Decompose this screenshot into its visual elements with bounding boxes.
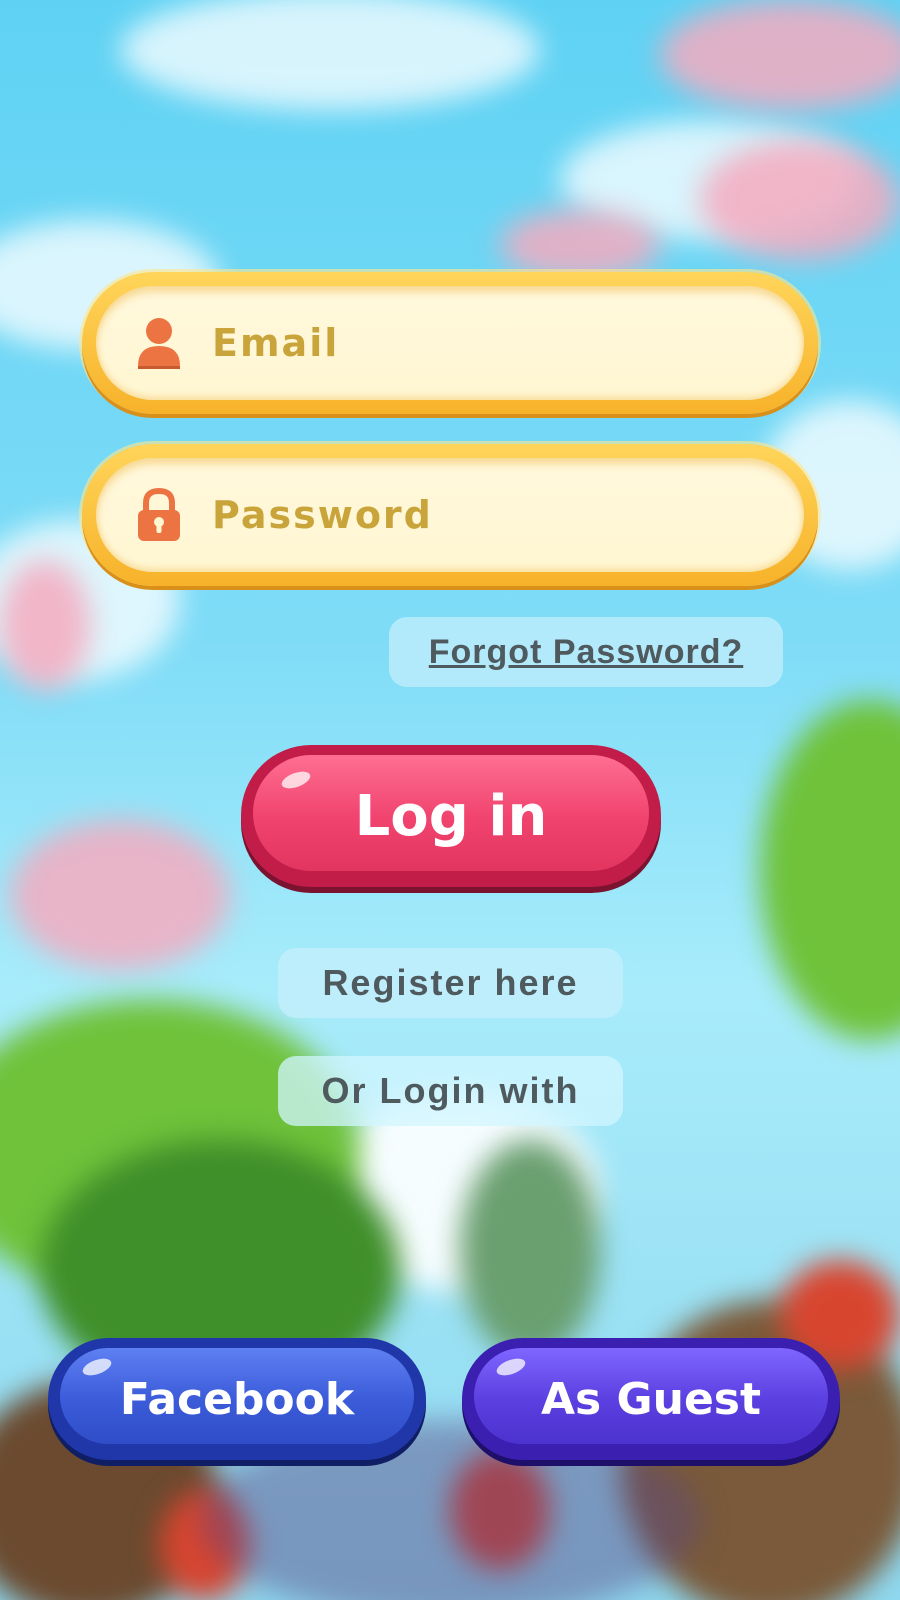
login-button-label: Log in xyxy=(354,783,548,849)
register-link[interactable]: Register here xyxy=(278,948,623,1018)
user-icon xyxy=(136,316,182,370)
email-field-inner[interactable] xyxy=(96,286,804,400)
forgot-password-link[interactable]: Forgot Password? xyxy=(389,617,783,687)
facebook-button-label: Facebook xyxy=(119,1373,355,1425)
tree-foliage xyxy=(460,1140,600,1360)
guest-login-button[interactable]: As Guest xyxy=(462,1338,840,1460)
email-input[interactable] xyxy=(212,321,732,365)
blossom-branch xyxy=(700,140,900,260)
register-label[interactable]: Register here xyxy=(322,962,578,1004)
guest-button-label: As Guest xyxy=(540,1373,762,1425)
blossom-branch xyxy=(10,820,230,970)
facebook-login-button[interactable]: Facebook xyxy=(48,1338,426,1460)
or-login-with-text: Or Login with xyxy=(321,1070,580,1111)
blossom-branch xyxy=(0,560,90,690)
or-login-with-label: Or Login with xyxy=(278,1056,623,1126)
lock-icon xyxy=(136,487,182,542)
password-field[interactable] xyxy=(82,444,818,586)
password-input[interactable] xyxy=(212,493,732,537)
blossom-branch xyxy=(500,210,660,280)
password-field-inner[interactable] xyxy=(96,458,804,572)
login-button[interactable]: Log in xyxy=(241,745,661,887)
email-field[interactable] xyxy=(82,272,818,414)
forgot-password-label[interactable]: Forgot Password? xyxy=(429,633,743,672)
